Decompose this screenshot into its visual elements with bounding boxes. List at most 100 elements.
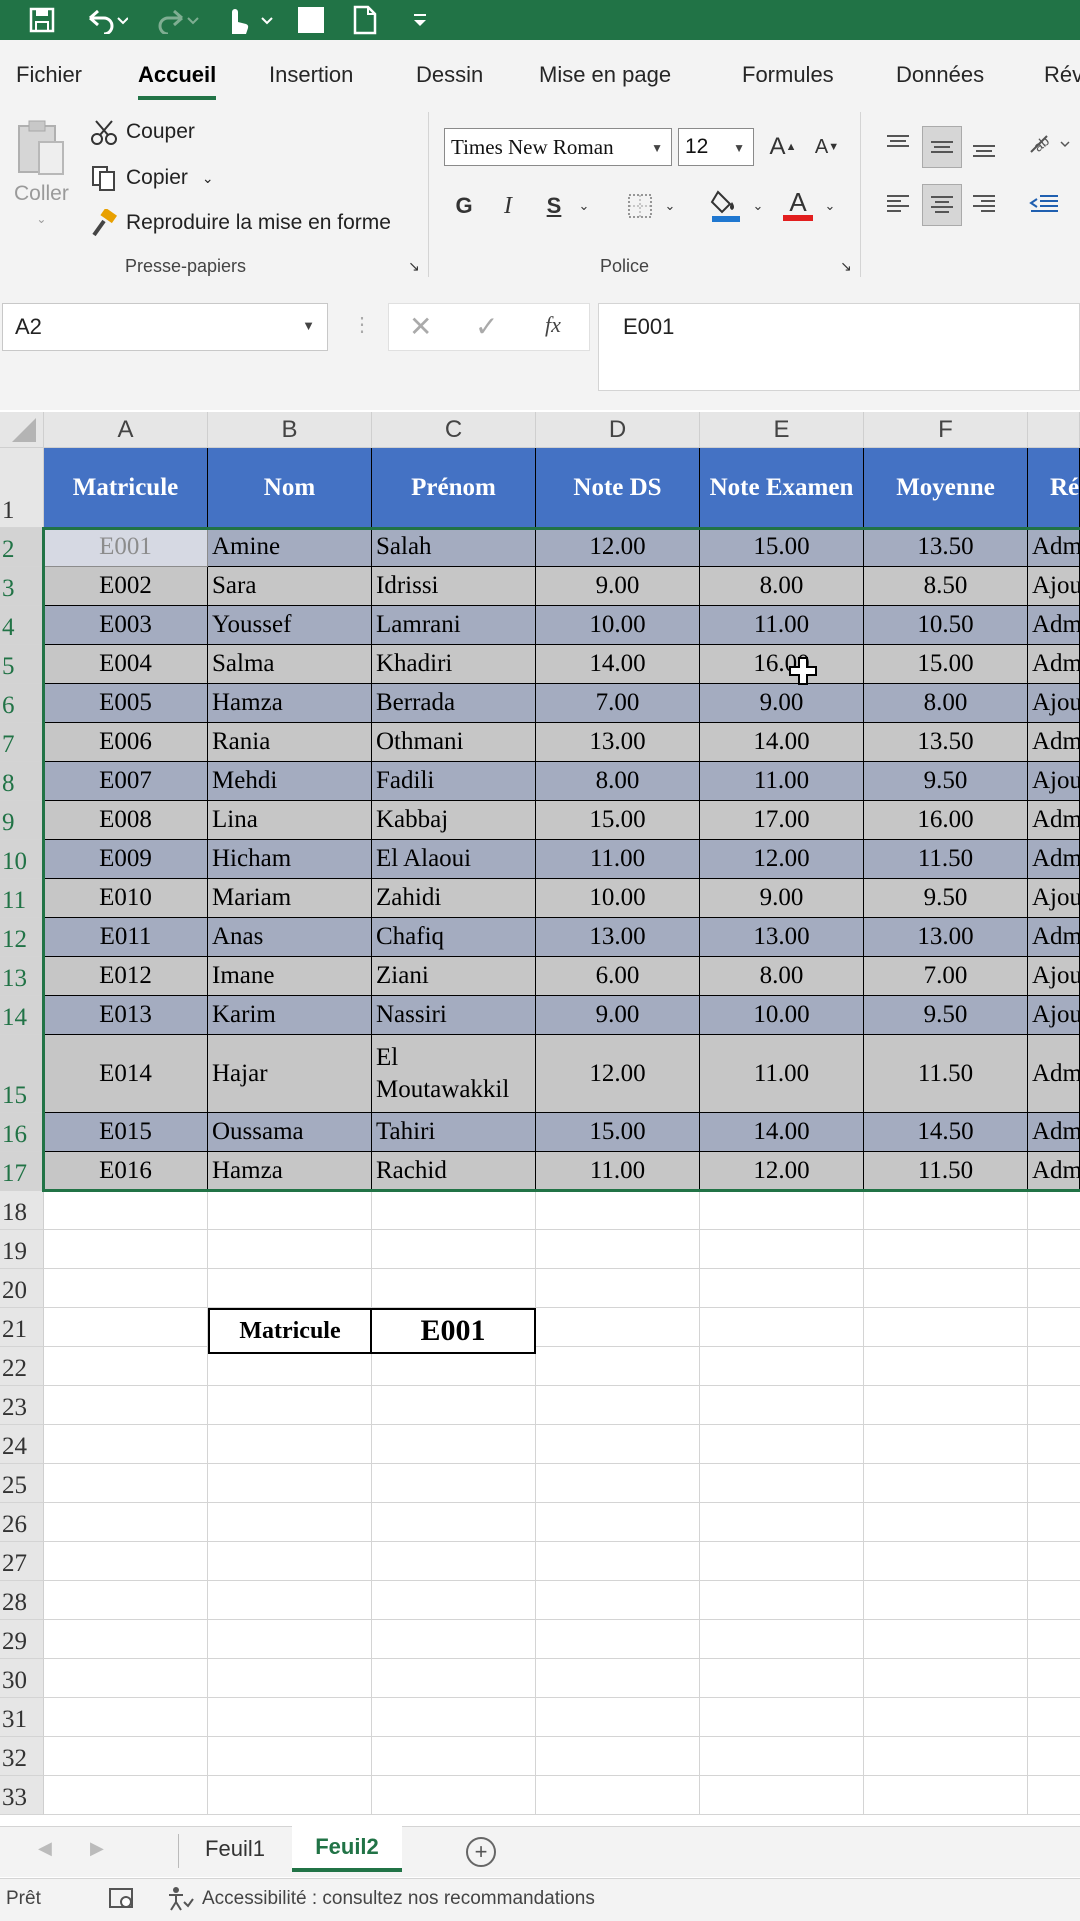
table-cell[interactable]: 16.00	[700, 645, 864, 684]
table-cell[interactable]: 10.00	[700, 996, 864, 1035]
borders-dropdown-icon[interactable]: ⌄	[660, 196, 680, 216]
row-header-31[interactable]: 31	[0, 1698, 44, 1737]
table-cell[interactable]: 14.00	[700, 723, 864, 762]
table-cell[interactable]: Rania	[208, 723, 372, 762]
table-cell[interactable]: Berrada	[372, 684, 536, 723]
tab-fichier[interactable]: Fichier	[16, 62, 82, 88]
tab-revision[interactable]: Rév	[1044, 62, 1080, 88]
font-color-button[interactable]: A	[780, 186, 816, 224]
table-cell[interactable]: Adm	[1028, 645, 1080, 684]
fill-color-dropdown-icon[interactable]: ⌄	[748, 196, 768, 216]
table-cell[interactable]: Youssef	[208, 606, 372, 645]
row-header-21[interactable]: 21	[0, 1308, 44, 1347]
table-cell[interactable]: 8.50	[864, 567, 1028, 606]
table-cell[interactable]: Adm	[1028, 1113, 1080, 1152]
select-all-button[interactable]	[0, 412, 44, 448]
redo-icon[interactable]	[156, 4, 200, 36]
row-header-8[interactable]: 8	[0, 762, 44, 801]
table-cell[interactable]: Hamza	[208, 1152, 372, 1191]
sheet-tab-feuil1[interactable]: Feuil1	[180, 1826, 290, 1872]
table-cell[interactable]: E006	[44, 723, 208, 762]
table-cell[interactable]: E012	[44, 957, 208, 996]
table-cell[interactable]: Ajou	[1028, 684, 1080, 723]
row-header-14[interactable]: 14	[0, 996, 44, 1035]
shrink-font-button[interactable]: A ▼	[810, 128, 844, 166]
name-box[interactable]: A2 ▼	[2, 303, 328, 351]
table-cell[interactable]: Ajou	[1028, 957, 1080, 996]
row-header-20[interactable]: 20	[0, 1269, 44, 1308]
table-cell[interactable]: 15.00	[536, 1113, 700, 1152]
table-cell[interactable]: 14.00	[536, 645, 700, 684]
enter-icon[interactable]: ✓	[475, 310, 498, 343]
table-cell[interactable]: Ajou	[1028, 762, 1080, 801]
table-cell[interactable]: Rachid	[372, 1152, 536, 1191]
align-left-icon[interactable]	[880, 186, 916, 222]
font-launcher-icon[interactable]: ↘	[836, 256, 856, 276]
table-cell[interactable]: Karim	[208, 996, 372, 1035]
table-cell[interactable]: Mariam	[208, 879, 372, 918]
underline-dropdown-icon[interactable]: ⌄	[574, 196, 594, 216]
row-header-5[interactable]: 5	[0, 645, 44, 684]
table-cell[interactable]: 13.00	[536, 918, 700, 957]
table-cell[interactable]: 8.00	[700, 957, 864, 996]
table-cell[interactable]: 15.00	[536, 801, 700, 840]
paste-button[interactable]: Coller ⌄	[14, 118, 69, 226]
table-cell[interactable]: Kabbaj	[372, 801, 536, 840]
table-cell[interactable]: Othmani	[372, 723, 536, 762]
table-cell[interactable]: Adm	[1028, 1035, 1080, 1113]
touch-mode-icon[interactable]	[222, 4, 274, 36]
table-cell[interactable]: 9.00	[536, 996, 700, 1035]
table-header-cell[interactable]: Note DS	[536, 448, 700, 528]
row-header-22[interactable]: 22	[0, 1347, 44, 1386]
orientation-icon[interactable]: ab	[1024, 126, 1074, 162]
table-cell[interactable]: E013	[44, 996, 208, 1035]
table-cell[interactable]: 12.00	[536, 528, 700, 567]
table-cell[interactable]: Ajou	[1028, 567, 1080, 606]
table-cell[interactable]: 15.00	[864, 645, 1028, 684]
tab-mise-en-page[interactable]: Mise en page	[539, 62, 671, 88]
table-cell[interactable]: E003	[44, 606, 208, 645]
fill-color-icon[interactable]	[708, 186, 744, 224]
sheet-tab-feuil2[interactable]: Feuil2	[292, 1826, 402, 1872]
column-header-e[interactable]: E	[700, 412, 864, 448]
new-document-icon[interactable]	[352, 4, 378, 36]
lookup-label-cell[interactable]: Matricule	[208, 1308, 372, 1354]
row-header-2[interactable]: 2	[0, 528, 44, 567]
table-cell[interactable]: 9.00	[536, 567, 700, 606]
scroll-left-icon[interactable]: ◀	[38, 1838, 52, 1859]
row-header-18[interactable]: 18	[0, 1191, 44, 1230]
table-cell[interactable]: 11.50	[864, 1035, 1028, 1113]
table-cell[interactable]: Ajou	[1028, 996, 1080, 1035]
table-cell[interactable]: 17.00	[700, 801, 864, 840]
table-cell[interactable]: 14.00	[700, 1113, 864, 1152]
font-size-dropdown[interactable]: 12 ▼	[678, 128, 754, 166]
table-cell[interactable]: E008	[44, 801, 208, 840]
font-name-dropdown[interactable]: Times New Roman ▼	[444, 128, 672, 166]
strikethrough-button[interactable]: S	[540, 190, 568, 222]
accessibility-icon[interactable]	[166, 1886, 194, 1917]
undo-icon[interactable]	[84, 4, 128, 36]
table-cell[interactable]: 11.50	[864, 840, 1028, 879]
table-cell[interactable]: 10.00	[536, 879, 700, 918]
table-cell[interactable]: 9.50	[864, 996, 1028, 1035]
scroll-right-icon[interactable]: ▶	[90, 1838, 104, 1859]
table-cell[interactable]: E002	[44, 567, 208, 606]
add-sheet-icon[interactable]: +	[466, 1837, 496, 1867]
table-cell[interactable]: Zahidi	[372, 879, 536, 918]
table-cell[interactable]: E014	[44, 1035, 208, 1113]
table-cell[interactable]: 13.00	[864, 918, 1028, 957]
table-cell[interactable]: Adm	[1028, 606, 1080, 645]
table-cell[interactable]: Adm	[1028, 918, 1080, 957]
row-header-24[interactable]: 24	[0, 1425, 44, 1464]
align-center-icon[interactable]	[922, 184, 962, 226]
table-cell[interactable]: 13.50	[864, 723, 1028, 762]
row-header-13[interactable]: 13	[0, 957, 44, 996]
table-cell[interactable]: 7.00	[536, 684, 700, 723]
row-header-19[interactable]: 19	[0, 1230, 44, 1269]
row-header-33[interactable]: 33	[0, 1776, 44, 1815]
table-cell[interactable]: Ajou	[1028, 879, 1080, 918]
table-cell[interactable]: 10.50	[864, 606, 1028, 645]
table-cell[interactable]: Hajar	[208, 1035, 372, 1113]
table-cell[interactable]: Fadili	[372, 762, 536, 801]
row-header-29[interactable]: 29	[0, 1620, 44, 1659]
